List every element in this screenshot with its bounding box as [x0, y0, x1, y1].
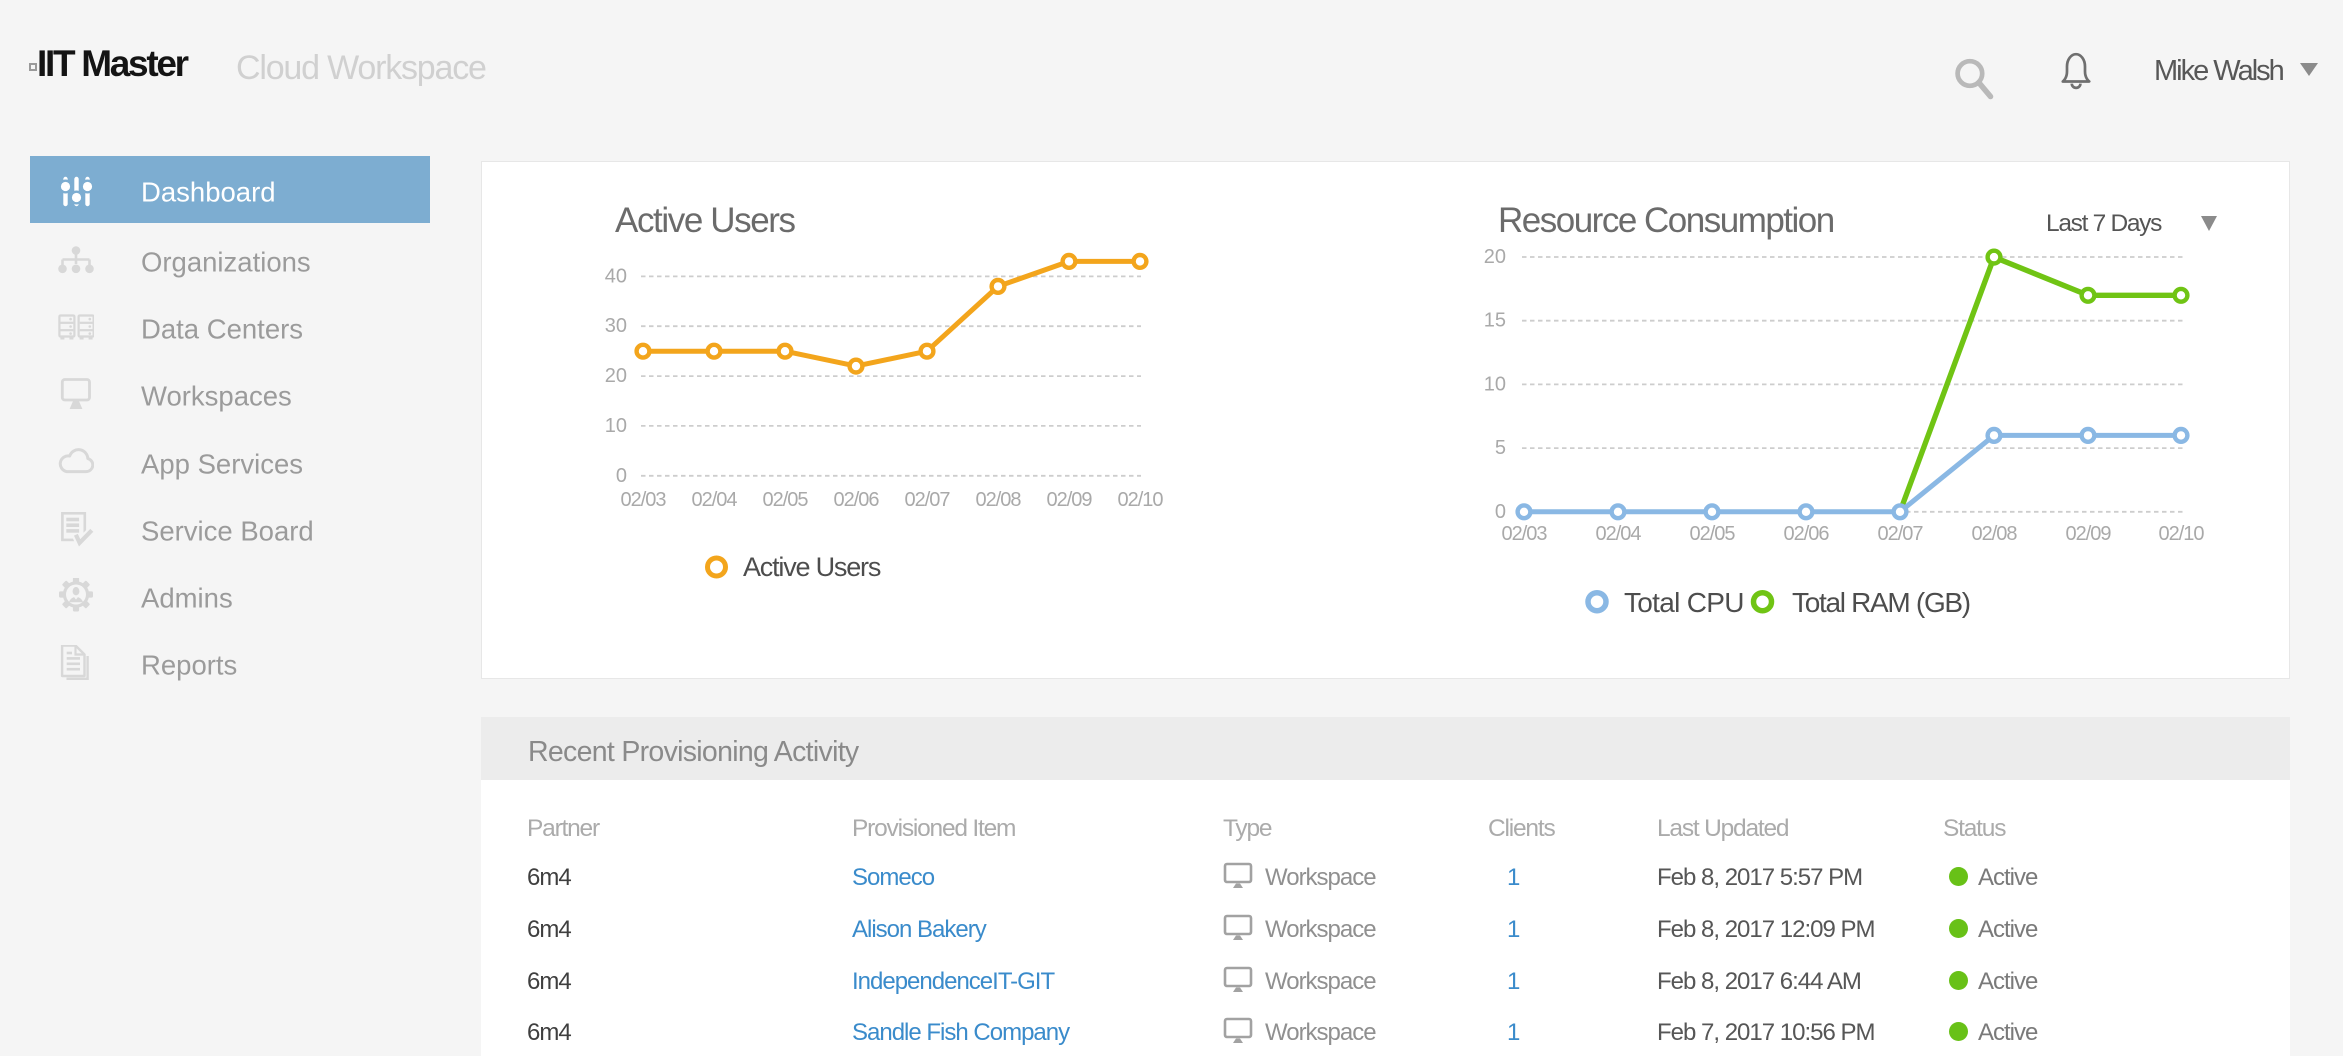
svg-text:15: 15 [1484, 310, 1506, 332]
svg-text:0: 0 [1495, 501, 1506, 523]
svg-text:02/09: 02/09 [2065, 523, 2111, 545]
svg-text:Total CPU: Total CPU [1624, 587, 1744, 618]
svg-text:02/06: 02/06 [1783, 523, 1829, 545]
svg-text:02/10: 02/10 [1117, 489, 1163, 511]
svg-text:02/05: 02/05 [762, 489, 808, 511]
svg-text:02/09: 02/09 [1046, 489, 1092, 511]
svg-text:02/04: 02/04 [691, 489, 737, 511]
svg-text:30: 30 [605, 315, 627, 337]
svg-text:20: 20 [605, 365, 627, 387]
svg-text:02/03: 02/03 [620, 489, 666, 511]
svg-text:02/07: 02/07 [1877, 523, 1923, 545]
svg-text:02/08: 02/08 [1971, 523, 2017, 545]
svg-text:02/06: 02/06 [833, 489, 879, 511]
svg-text:02/04: 02/04 [1595, 523, 1641, 545]
svg-text:20: 20 [1484, 246, 1506, 268]
svg-text:02/03: 02/03 [1501, 523, 1547, 545]
svg-text:Total RAM (GB): Total RAM (GB) [1792, 587, 1970, 618]
svg-text:0: 0 [616, 465, 627, 487]
svg-text:02/07: 02/07 [904, 489, 950, 511]
svg-text:5: 5 [1495, 437, 1506, 459]
svg-text:10: 10 [605, 415, 627, 437]
svg-text:02/08: 02/08 [975, 489, 1021, 511]
svg-text:02/10: 02/10 [2158, 523, 2204, 545]
svg-text:40: 40 [605, 265, 627, 287]
svg-text:02/05: 02/05 [1689, 523, 1735, 545]
svg-text:10: 10 [1484, 373, 1506, 395]
svg-text:Active Users: Active Users [743, 552, 881, 582]
